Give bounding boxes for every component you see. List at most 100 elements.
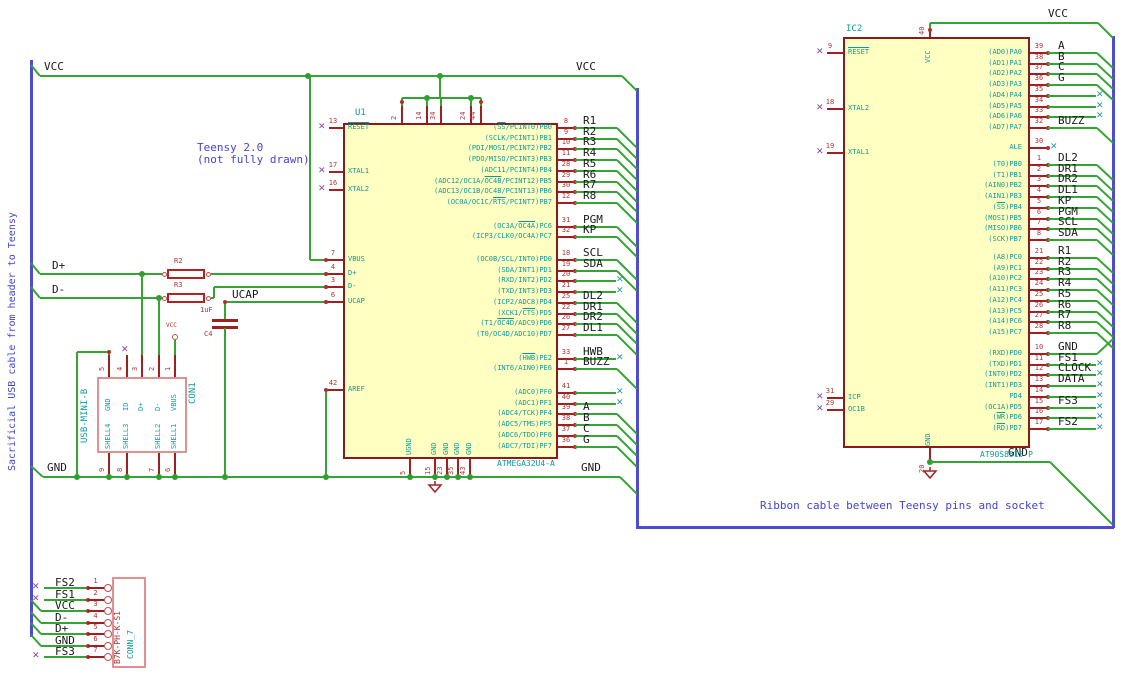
no-connect-mark: ✕ bbox=[1096, 401, 1104, 412]
pin-name: (ADC6/TDO)PF6 bbox=[497, 430, 552, 439]
net-label-gnd-left[interactable]: GND bbox=[47, 461, 67, 474]
wire bbox=[77, 351, 109, 353]
pin-circle[interactable] bbox=[205, 271, 211, 277]
net-label-vcc-mid[interactable]: VCC bbox=[576, 60, 596, 73]
pin-number: 13 bbox=[328, 117, 338, 125]
pin-number: 25 bbox=[561, 291, 571, 300]
net-label-r8[interactable]: R8 bbox=[1058, 319, 1071, 332]
wire bbox=[1048, 331, 1097, 334]
net-label-sda[interactable]: SDA bbox=[583, 257, 603, 270]
pin-circle[interactable] bbox=[161, 295, 167, 301]
wire bbox=[575, 392, 616, 394]
no-connect-mark: ✕ bbox=[121, 345, 129, 355]
wire bbox=[1048, 196, 1097, 199]
pin-circle[interactable] bbox=[104, 584, 112, 592]
u1-reference[interactable]: U1 bbox=[355, 108, 366, 119]
wire bbox=[439, 76, 441, 98]
c4-value[interactable]: 1uF bbox=[200, 306, 213, 315]
con1-value[interactable]: USB-MINI-B bbox=[80, 389, 91, 443]
pin-name: GND bbox=[430, 442, 438, 455]
net-label-ucap[interactable]: UCAP bbox=[232, 288, 259, 301]
net-label-dl1[interactable]: DL1 bbox=[583, 321, 603, 334]
pin-circle[interactable] bbox=[172, 334, 178, 340]
resistor-r2[interactable] bbox=[167, 269, 205, 279]
net-label-sda[interactable]: SDA bbox=[1058, 226, 1078, 239]
pin-name: (ADC11/PCINT4)PB4 bbox=[480, 165, 552, 174]
pin-name: (MOSI)PB5 bbox=[984, 213, 1022, 222]
ic2-reference[interactable]: IC2 bbox=[846, 24, 862, 35]
pin-circle[interactable] bbox=[104, 595, 112, 604]
wire bbox=[76, 352, 78, 477]
wire bbox=[575, 368, 617, 371]
pin-circle[interactable] bbox=[104, 653, 112, 661]
net-label-data[interactable]: DATA bbox=[1058, 372, 1085, 385]
wire bbox=[616, 225, 638, 248]
wire bbox=[636, 525, 1114, 529]
u1-part-name[interactable]: ATMEGA32U4-A bbox=[497, 459, 555, 469]
net-label-kp[interactable]: KP bbox=[583, 224, 596, 236]
pin-number: 11 bbox=[1034, 353, 1044, 362]
net-label-buzz[interactable]: BUZZ bbox=[583, 356, 610, 368]
c4-reference[interactable]: C4 bbox=[204, 330, 212, 339]
pin-number: 26 bbox=[1034, 300, 1044, 309]
wire bbox=[616, 180, 638, 203]
pin-number: 6 bbox=[1036, 207, 1042, 216]
net-label-buzz[interactable]: BUZZ bbox=[1058, 114, 1085, 127]
wire bbox=[40, 273, 164, 275]
pin-circle[interactable] bbox=[161, 271, 167, 277]
pin-circle[interactable] bbox=[205, 295, 211, 301]
pin-circle[interactable] bbox=[104, 607, 112, 615]
wire bbox=[225, 301, 326, 303]
pin-name: (TXD)PD1 bbox=[988, 359, 1022, 368]
pin-name: (AD5)PA5 bbox=[988, 101, 1022, 110]
pin-circle[interactable] bbox=[104, 618, 112, 627]
resistor-r3[interactable] bbox=[167, 293, 205, 303]
con1-reference[interactable]: CON1 bbox=[188, 382, 199, 404]
wire bbox=[224, 328, 226, 477]
pin-number: 1 bbox=[563, 358, 569, 367]
net-label-fs2[interactable]: FS2 bbox=[1058, 415, 1078, 428]
net-label-g[interactable]: G bbox=[583, 433, 590, 446]
ic2-part-name[interactable]: AT90S8515-P bbox=[980, 450, 1033, 460]
net-label-g[interactable]: G bbox=[1058, 71, 1065, 84]
net-label-vcc-topleft[interactable]: VCC bbox=[44, 60, 64, 73]
net-label-fs3[interactable]: FS3 bbox=[1058, 394, 1078, 407]
pin-name: (AIN1)PB3 bbox=[984, 192, 1022, 201]
pin-name: SHELL3 bbox=[122, 423, 130, 449]
pin-name: GND bbox=[104, 398, 112, 411]
net-label-vcc-topright[interactable]: VCC bbox=[1048, 7, 1068, 20]
capacitor-c4[interactable] bbox=[212, 319, 238, 322]
pin-number: 28 bbox=[561, 159, 571, 168]
pin-name: XTAL2 bbox=[348, 185, 370, 193]
pin-number: 17 bbox=[328, 161, 338, 169]
net-label-dplus[interactable]: D+ bbox=[52, 259, 65, 272]
pin-number: 19 bbox=[561, 259, 571, 268]
pin-name: (RXD)PD0 bbox=[988, 349, 1022, 357]
pin-number: 6 bbox=[330, 291, 336, 299]
wire bbox=[213, 287, 215, 298]
no-connect-mark: ✕ bbox=[1096, 89, 1104, 100]
conn7-body[interactable] bbox=[112, 577, 146, 668]
pin-number: 16 bbox=[1034, 407, 1044, 416]
net-label-r8[interactable]: R8 bbox=[583, 189, 596, 202]
pin-name: (INT6/AIN0)PE6 bbox=[492, 364, 552, 373]
pin-stub bbox=[329, 127, 343, 129]
r3-reference[interactable]: R3 bbox=[174, 281, 182, 290]
pin-number: 3 bbox=[1036, 175, 1042, 184]
wire bbox=[1048, 105, 1096, 108]
pin-stub bbox=[158, 355, 160, 377]
pin-circle[interactable] bbox=[104, 641, 112, 650]
wire bbox=[616, 127, 638, 149]
pin-number: 37 bbox=[561, 424, 571, 433]
pin-circle[interactable] bbox=[104, 630, 112, 638]
wire bbox=[1048, 52, 1097, 54]
pin-number: 3 bbox=[93, 600, 98, 608]
pin-number: 38 bbox=[1034, 52, 1044, 61]
r2-reference[interactable]: R2 bbox=[174, 257, 182, 266]
net-label-dminus[interactable]: D- bbox=[52, 283, 65, 296]
pin-name: (T1/OC4D/ADC9)PD6 bbox=[480, 319, 552, 328]
net-label-gnd-mid[interactable]: GND bbox=[581, 461, 601, 474]
wire bbox=[426, 98, 428, 106]
wire bbox=[1048, 321, 1097, 324]
pin-stub bbox=[827, 409, 843, 411]
